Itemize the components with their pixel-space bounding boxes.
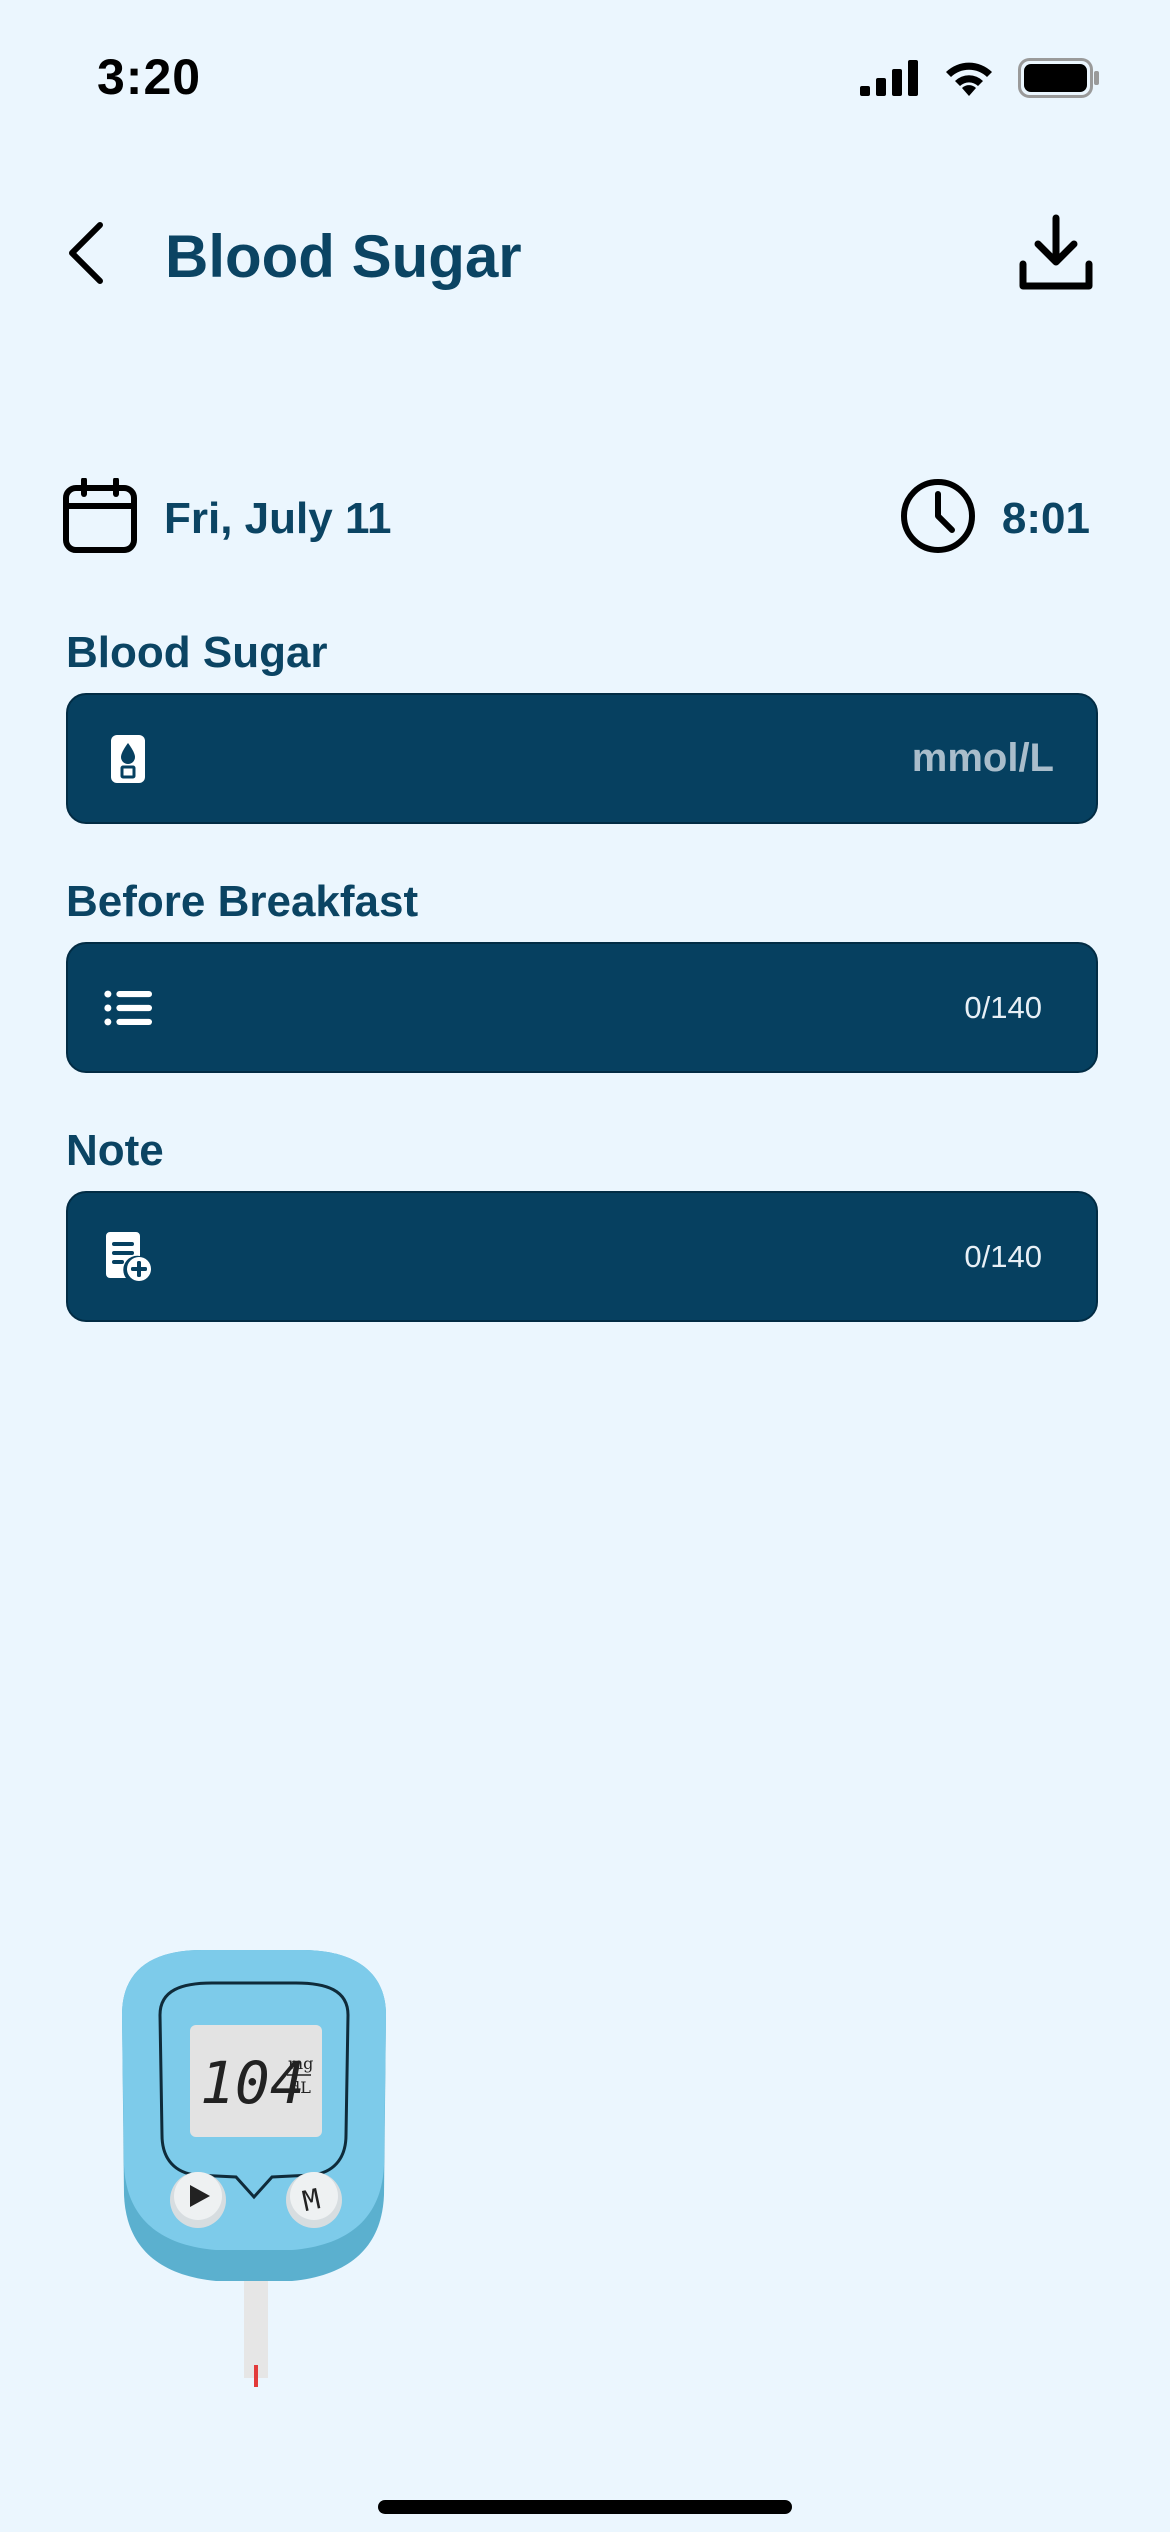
blood-sugar-input[interactable]: mmol/L (66, 693, 1098, 824)
cellular-signal-icon (860, 60, 920, 101)
note-char-counter: 0/140 (964, 1238, 1042, 1274)
date-value: Fri, July 11 (164, 493, 392, 543)
list-icon (104, 981, 152, 1035)
chevron-left-icon (66, 221, 106, 290)
date-picker[interactable]: Fri, July 11 (62, 477, 392, 559)
wifi-icon (942, 58, 996, 103)
glucose-meter-icon (104, 732, 152, 786)
status-icons (860, 58, 1100, 103)
home-indicator[interactable] (378, 2500, 792, 2514)
blood-sugar-label: Blood Sugar (66, 628, 328, 677)
meal-label: Before Breakfast (66, 877, 419, 926)
time-value: 8:01 (1001, 493, 1090, 543)
note-add-icon (104, 1230, 152, 1284)
meal-char-counter: 0/140 (964, 989, 1042, 1025)
note-label: Note (66, 1126, 164, 1175)
status-bar: 3:20 (0, 0, 1170, 150)
meter-unit-bottom: dL (290, 2078, 311, 2097)
download-icon (1019, 214, 1093, 295)
meter-unit-top: mg (288, 2054, 313, 2073)
back-button[interactable] (58, 218, 114, 292)
calendar-icon (62, 477, 138, 559)
glucose-meter-illustration: 104 mg dL M (112, 1945, 412, 2400)
unit-label: mmol/L (911, 736, 1054, 780)
battery-icon (1018, 58, 1100, 103)
download-button[interactable] (1014, 212, 1098, 296)
clock-icon (900, 478, 976, 559)
meal-input[interactable]: 0/140 (66, 942, 1098, 1073)
page-title: Blood Sugar (165, 223, 522, 290)
status-time: 3:20 (97, 49, 202, 105)
note-input[interactable]: 0/140 (66, 1191, 1098, 1322)
time-picker[interactable]: 8:01 (900, 478, 1090, 559)
